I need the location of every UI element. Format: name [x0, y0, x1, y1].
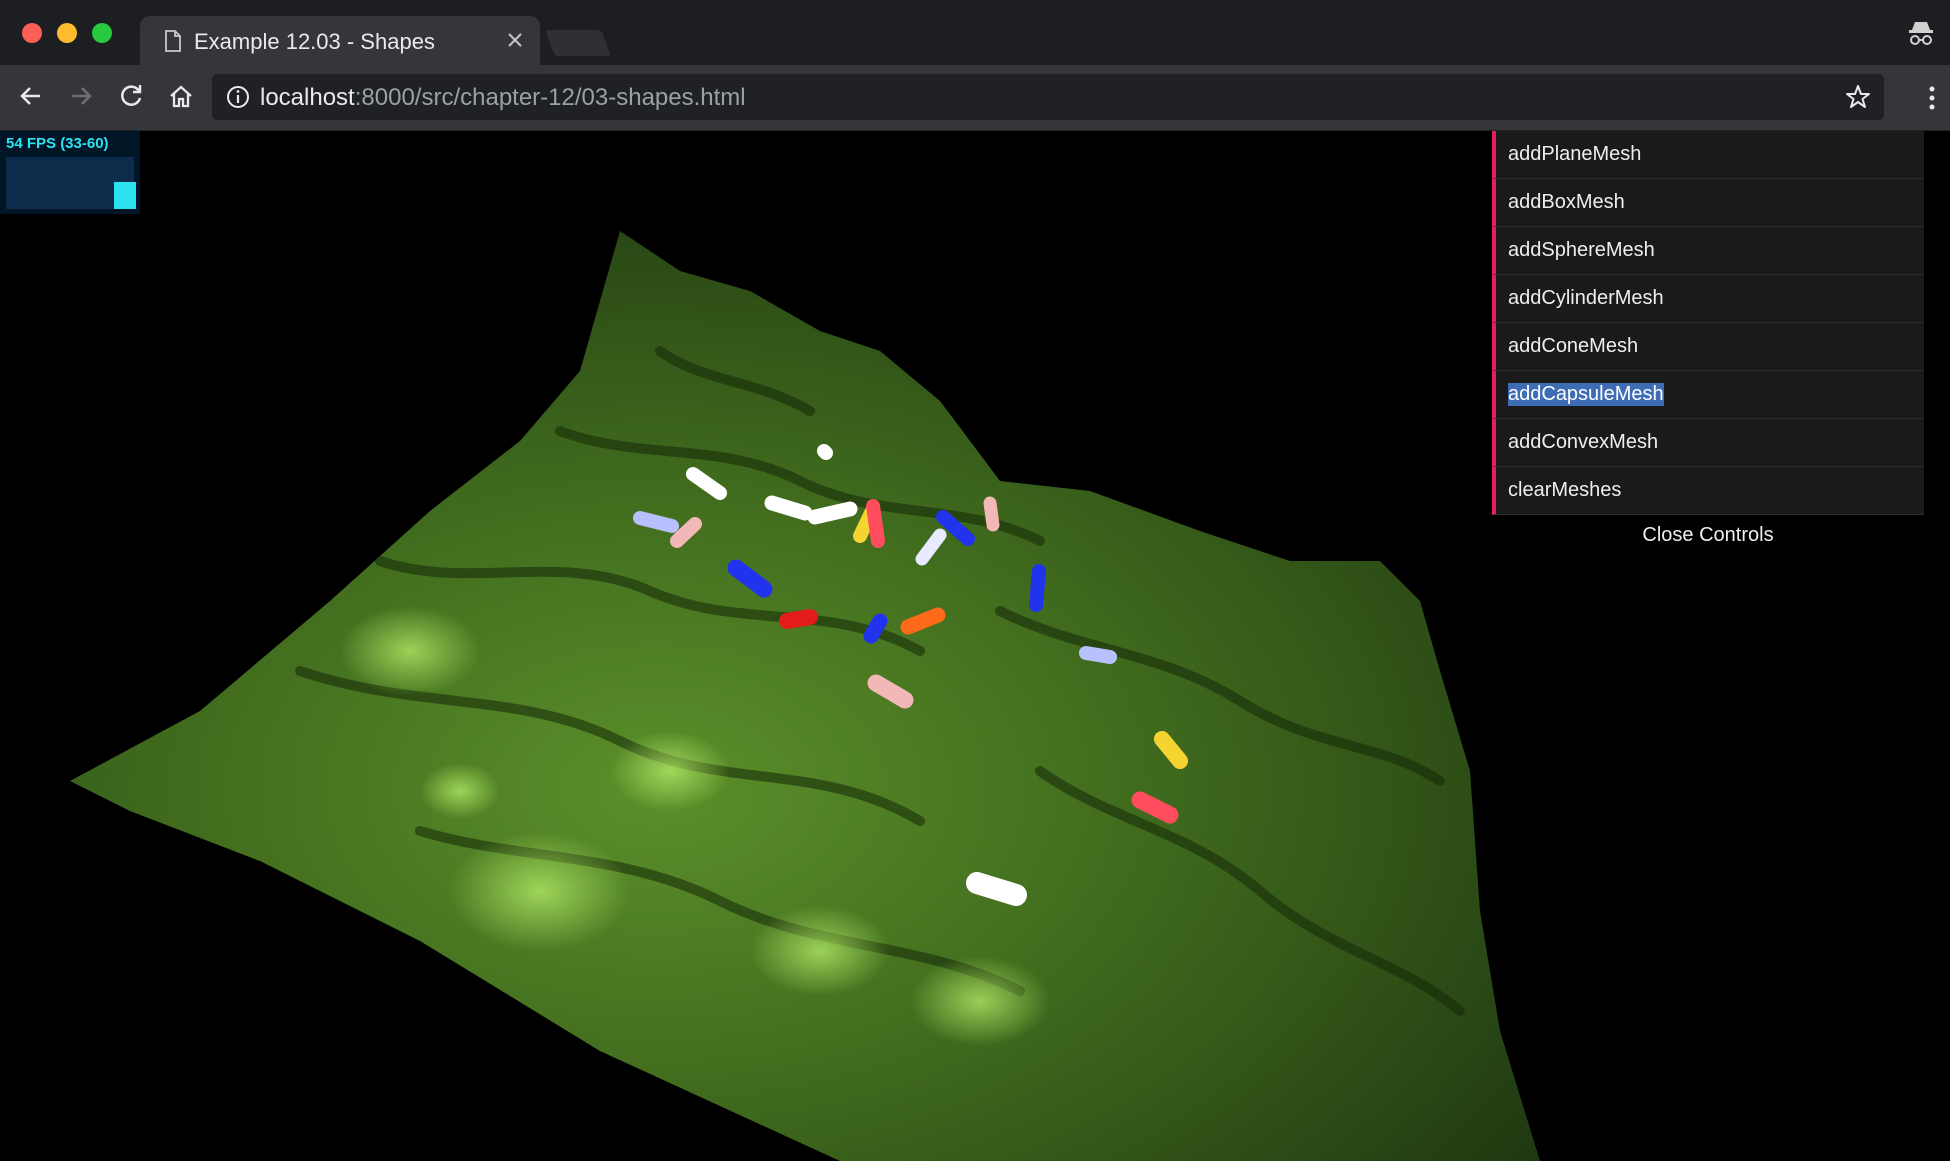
capsule [633, 511, 679, 533]
gui-item-label: addSphereMesh [1508, 239, 1655, 261]
capsule [779, 609, 818, 629]
fps-bar [114, 182, 136, 209]
close-window-button[interactable] [22, 23, 42, 43]
close-tab-icon[interactable] [504, 29, 526, 51]
capsule [863, 613, 888, 644]
gui-item-label: clearMeshes [1508, 479, 1622, 501]
capsule [807, 501, 858, 525]
gui-item-addConeMesh[interactable]: addConeMesh [1492, 323, 1924, 371]
gui-item-label: addCylinderMesh [1508, 287, 1664, 309]
terrain-mesh [70, 231, 1540, 1161]
info-icon[interactable] [226, 85, 250, 109]
capsule [764, 495, 813, 521]
gui-item-label: addBoxMesh [1508, 191, 1625, 213]
close-controls-button[interactable]: Close Controls [1492, 515, 1924, 555]
capsule [983, 496, 1000, 532]
gui-item-label: addPlaneMesh [1508, 143, 1642, 165]
address-bar[interactable]: localhost:8000/src/chapter-12/03-shapes.… [212, 74, 1884, 120]
gui-item-addPlaneMesh[interactable]: addPlaneMesh [1492, 131, 1924, 179]
reload-icon[interactable] [116, 81, 146, 111]
window-titlebar: Example 12.03 - Shapes [0, 0, 1950, 65]
capsule [1079, 646, 1117, 664]
capsule [1029, 564, 1046, 612]
url-text: localhost:8000/src/chapter-12/03-shapes.… [260, 84, 746, 111]
bookmark-star-icon[interactable] [1844, 83, 1872, 111]
capsule [966, 872, 1027, 906]
capsule [866, 499, 885, 548]
gui-item-clearMeshes[interactable]: clearMeshes [1492, 467, 1924, 515]
gui-item-addCylinderMesh[interactable]: addCylinderMesh [1492, 275, 1924, 323]
new-tab-button[interactable] [545, 30, 611, 56]
back-icon[interactable] [16, 81, 46, 111]
browser-tab[interactable]: Example 12.03 - Shapes [140, 16, 540, 65]
more-menu-icon[interactable] [1922, 83, 1942, 113]
gui-item-addConvexMesh[interactable]: addConvexMesh [1492, 419, 1924, 467]
tab-title: Example 12.03 - Shapes [194, 29, 435, 54]
zoom-window-button[interactable] [92, 23, 112, 43]
browser-toolbar: localhost:8000/src/chapter-12/03-shapes.… [0, 65, 1950, 131]
document-icon [165, 30, 181, 52]
gui-item-addCapsuleMesh[interactable]: addCapsuleMesh [1492, 371, 1924, 419]
capsule [817, 444, 833, 460]
fps-stats-panel[interactable]: 54 FPS (33-60) [0, 131, 140, 214]
webgl-canvas[interactable]: 54 FPS (33-60) addPlaneMesh addBoxMesh add… [0, 131, 1950, 1161]
controls-panel: addPlaneMesh addBoxMesh addSphereMesh addCy… [1492, 131, 1924, 555]
gui-item-addBoxMesh[interactable]: addBoxMesh [1492, 179, 1924, 227]
gui-item-label: addCapsuleMesh [1508, 383, 1664, 406]
fps-readout: 54 FPS (33-60) [6, 135, 109, 152]
gui-item-addSphereMesh[interactable]: addSphereMesh [1492, 227, 1924, 275]
forward-icon[interactable] [66, 81, 96, 111]
minimize-window-button[interactable] [57, 23, 77, 43]
home-icon[interactable] [166, 81, 196, 111]
fps-graph [6, 157, 136, 209]
gui-item-label: addConvexMesh [1508, 431, 1659, 453]
gui-item-label: addConeMesh [1508, 335, 1639, 357]
incognito-icon [1909, 22, 1933, 45]
